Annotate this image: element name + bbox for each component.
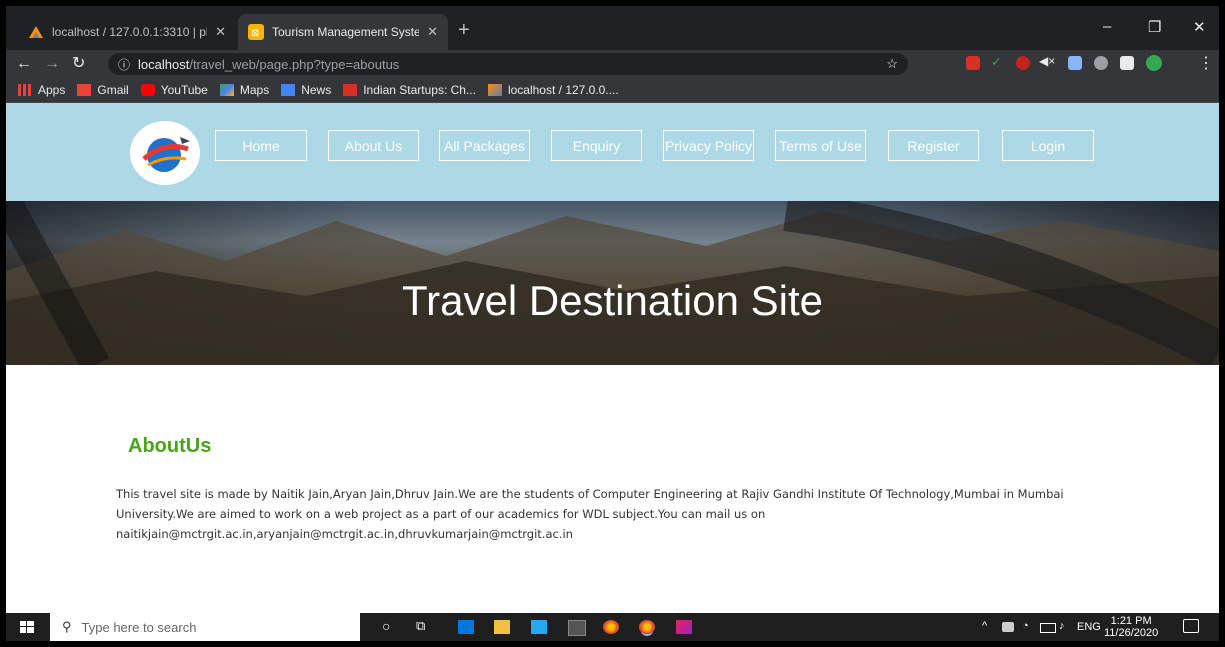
about-section: AboutUs This travel site is made by Nait… <box>6 365 1219 613</box>
news-icon <box>281 84 296 96</box>
apps-icon <box>18 84 32 96</box>
task-view-icon[interactable]: ⧉ <box>416 618 432 633</box>
volume-icon[interactable]: ♪ <box>1059 620 1075 634</box>
bookmark-localhost[interactable]: localhost / 127.0.0.... <box>487 83 619 97</box>
windows-start-icon[interactable] <box>20 621 34 633</box>
app-icon[interactable] <box>676 620 692 634</box>
close-icon[interactable]: ✕ <box>215 24 226 40</box>
about-text: This travel site is made by Naitik Jain,… <box>116 487 1064 541</box>
info-icon[interactable]: ⓘ <box>118 56 130 73</box>
site-header: Home About Us All Packages Enquiry Priva… <box>6 103 1219 201</box>
bookmarks-bar: Apps Gmail YouTube Maps News Indian Star… <box>6 78 1219 103</box>
url-host: localhost <box>138 56 190 72</box>
avatar[interactable] <box>1146 55 1162 71</box>
incognito-icon[interactable] <box>1094 56 1108 70</box>
bookmark-maps[interactable]: Maps <box>219 83 269 97</box>
phpmyadmin-icon <box>487 84 502 96</box>
minimize-icon[interactable]: – <box>1103 18 1111 35</box>
time: 1:21 PM <box>1110 615 1152 627</box>
svg-text:⊠: ⊠ <box>251 28 259 39</box>
reload-icon[interactable]: ↻ <box>72 55 85 73</box>
tab-strip: localhost / 127.0.0.1:3310 | phpMy ✕ ⊠ T… <box>6 6 1219 50</box>
file-explorer-icon[interactable] <box>494 620 510 634</box>
nav-enquiry[interactable]: Enquiry <box>551 130 642 161</box>
restore-icon[interactable]: ❐ <box>1148 18 1161 36</box>
bookmark-indian-startups[interactable]: Indian Startups: Ch... <box>343 83 476 97</box>
url-path: /travel_web/page.php?type=aboutus <box>189 56 400 72</box>
chrome-icon[interactable] <box>603 620 619 634</box>
terminal-icon[interactable] <box>568 620 586 636</box>
nav-all-packages[interactable]: All Packages <box>439 130 530 161</box>
taskbar: ⚲ Type here to search ○ ⧉ ^ ◔ ♪ ENG 1:21… <box>6 613 1219 641</box>
maps-icon <box>219 84 234 96</box>
nav-privacy-policy[interactable]: Privacy Policy <box>663 130 754 161</box>
phpmyadmin-icon <box>28 24 44 40</box>
check-icon[interactable]: ✓ <box>991 54 1005 69</box>
ublock-icon[interactable] <box>1016 56 1030 70</box>
wifi-icon[interactable]: ◔ <box>1022 620 1038 634</box>
browser-toolbar: ← → ↻ ⓘ localhost /travel_web/page.php?t… <box>6 50 1219 78</box>
site-logo[interactable] <box>130 121 200 185</box>
tab-phpmyadmin[interactable]: localhost / 127.0.0.1:3310 | phpMy ✕ <box>18 14 236 50</box>
search-placeholder: Type here to search <box>81 619 197 635</box>
notifications-icon[interactable] <box>1183 619 1199 633</box>
puzzle-icon[interactable] <box>1120 56 1134 70</box>
et-icon <box>343 84 358 96</box>
tray-icon[interactable] <box>1002 622 1014 632</box>
address-bar[interactable]: ⓘ localhost /travel_web/page.php?type=ab… <box>108 53 908 75</box>
bookmark-news[interactable]: News <box>281 83 331 97</box>
window: localhost / 127.0.0.1:3310 | phpMy ✕ ⊠ T… <box>6 6 1219 641</box>
tab-label: localhost / 127.0.0.1:3310 | phpMy <box>52 25 207 39</box>
close-icon[interactable]: ✕ <box>427 24 438 40</box>
nav-home[interactable]: Home <box>215 130 307 161</box>
extension-icon[interactable] <box>1068 56 1082 70</box>
vscode-icon[interactable] <box>531 620 547 634</box>
bookmark-gmail[interactable]: Gmail <box>77 83 129 97</box>
bookmark-apps[interactable]: Apps <box>18 83 65 97</box>
clock[interactable]: 1:21 PM 11/26/2020 <box>1104 615 1158 639</box>
date: 11/26/2020 <box>1104 627 1159 639</box>
battery-icon[interactable] <box>1040 623 1056 633</box>
mute-icon[interactable]: ◀× <box>1039 54 1055 68</box>
forward-icon[interactable]: → <box>44 55 60 73</box>
chrome-active-icon[interactable] <box>639 620 655 634</box>
search-icon: ⚲ <box>62 619 72 634</box>
menu-icon[interactable]: ⋮ <box>1198 55 1214 73</box>
cortana-icon[interactable]: ○ <box>382 618 398 634</box>
bookmark-youtube[interactable]: YouTube <box>140 83 208 97</box>
nav-login[interactable]: Login <box>1002 130 1094 161</box>
nav-terms-of-use[interactable]: Terms of Use <box>775 130 866 161</box>
close-window-icon[interactable]: ✕ <box>1193 18 1206 36</box>
chevron-up-icon[interactable]: ^ <box>982 620 998 634</box>
page: Home About Us All Packages Enquiry Priva… <box>6 103 1219 613</box>
star-icon[interactable]: ☆ <box>886 56 898 72</box>
nav-about-us[interactable]: About Us <box>328 130 419 161</box>
tab-tourism[interactable]: ⊠ Tourism Management System ✕ <box>238 14 448 50</box>
taskbar-search[interactable]: ⚲ Type here to search <box>50 613 360 641</box>
tab-label: Tourism Management System <box>272 25 420 39</box>
site-icon: ⊠ <box>248 24 264 40</box>
nav-register[interactable]: Register <box>888 130 979 161</box>
extension-icon[interactable] <box>966 56 980 70</box>
language-indicator[interactable]: ENG <box>1077 621 1101 633</box>
about-heading: AboutUs <box>128 435 212 457</box>
new-tab-icon[interactable]: + <box>458 20 470 40</box>
gmail-icon <box>77 84 92 96</box>
store-icon[interactable] <box>458 620 474 634</box>
hero-banner: Travel Destination Site <box>6 201 1219 365</box>
back-icon[interactable]: ← <box>16 55 32 73</box>
youtube-icon <box>140 84 155 96</box>
hero-title: Travel Destination Site <box>402 277 823 324</box>
